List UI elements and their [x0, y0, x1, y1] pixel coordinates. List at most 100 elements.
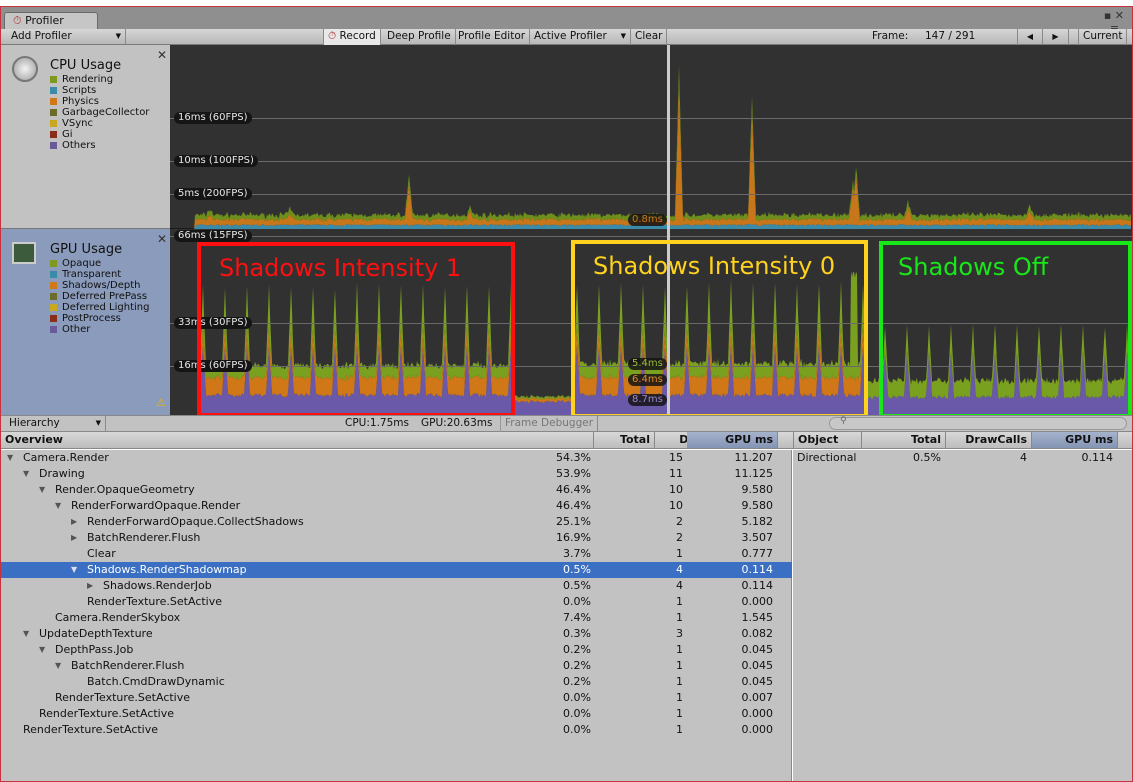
- row-drawcalls: 1: [676, 659, 683, 672]
- expand-arrow-closed-icon[interactable]: ▶: [71, 514, 77, 530]
- gridline: [170, 236, 1132, 237]
- column-object-total[interactable]: Total: [862, 432, 946, 448]
- table-row[interactable]: ▼ BatchRenderer.Flush 0.2% 1 0.045: [1, 658, 792, 674]
- close-icon[interactable]: ✕: [157, 48, 167, 62]
- column-overview[interactable]: Overview: [1, 432, 594, 448]
- row-gpu-ms: 9.580: [741, 483, 774, 496]
- table-row[interactable]: Clear 3.7% 1 0.777: [1, 546, 792, 562]
- row-drawcalls: 1: [676, 611, 683, 624]
- maximize-icon[interactable]: ▪: [1104, 9, 1111, 22]
- expand-arrow-closed-icon[interactable]: ▶: [87, 578, 93, 594]
- clear-button[interactable]: Clear: [631, 29, 668, 45]
- legend-item[interactable]: Physics: [50, 96, 149, 107]
- expand-arrow-open-icon[interactable]: ▼: [55, 658, 61, 674]
- expand-arrow-open-icon[interactable]: ▼: [23, 466, 29, 482]
- table-row[interactable]: ▼ Shadows.RenderShadowmap 0.5% 4 0.114: [1, 562, 792, 578]
- legend-item[interactable]: Gi: [50, 129, 149, 140]
- view-mode-dropdown[interactable]: Hierarchy ▼: [1, 416, 106, 432]
- legend-item[interactable]: GarbageCollector: [50, 107, 149, 118]
- row-name: Camera.RenderSkybox: [55, 611, 181, 624]
- current-frame-button[interactable]: Current: [1078, 29, 1128, 45]
- legend-swatch: [50, 315, 57, 322]
- row-name: Shadows.RenderJob: [103, 579, 212, 592]
- stopwatch-icon: ⏱: [13, 14, 22, 27]
- next-frame-button[interactable]: ▶: [1043, 29, 1069, 45]
- table-row[interactable]: ▼ DepthPass.Job 0.2% 1 0.045: [1, 642, 792, 658]
- frame-debugger-button[interactable]: Frame Debugger: [500, 416, 599, 432]
- table-row[interactable]: ▼ RenderForwardOpaque.Render 46.4% 10 9.5…: [1, 498, 792, 514]
- column-object-drawcalls[interactable]: DrawCalls: [946, 432, 1032, 448]
- expand-arrow-open-icon[interactable]: ▼: [55, 498, 61, 514]
- table-row[interactable]: Camera.RenderSkybox 7.4% 1 1.545: [1, 610, 792, 626]
- object-row[interactable]: Directional 0.5% 4 0.114: [793, 450, 1132, 466]
- cpu-usage-graph[interactable]: 16ms (60FPS) 10ms (100FPS) 5ms (200FPS) …: [170, 45, 1132, 229]
- column-total[interactable]: Total: [594, 432, 655, 448]
- tab-profiler[interactable]: ⏱ Profiler: [4, 12, 98, 29]
- row-total: 0.0%: [563, 707, 591, 720]
- legend-swatch: [50, 142, 57, 149]
- close-icon[interactable]: ✕: [1115, 9, 1124, 22]
- gpu-usage-panel[interactable]: GPU Usage Opaque Transparent Shadows/Depth…: [1, 229, 170, 415]
- row-name: BatchRenderer.Flush: [87, 531, 201, 544]
- row-gpu-ms: 5.182: [741, 515, 774, 528]
- expand-arrow-open-icon[interactable]: ▼: [71, 562, 77, 578]
- expand-arrow-open-icon[interactable]: ▼: [39, 482, 45, 498]
- cpu-axis-label: 5ms (200FPS): [174, 188, 252, 200]
- expand-arrow-open-icon[interactable]: ▼: [39, 642, 45, 658]
- legend-item[interactable]: Rendering: [50, 74, 149, 85]
- legend-swatch: [50, 98, 57, 105]
- record-button[interactable]: ⏱ Record: [323, 29, 381, 45]
- cpu-usage-panel[interactable]: CPU Usage Rendering Scripts Physics Garbage…: [1, 45, 170, 229]
- legend-item[interactable]: Other: [50, 324, 149, 335]
- legend-item[interactable]: Others: [50, 140, 149, 151]
- expand-arrow-open-icon[interactable]: ▼: [23, 626, 29, 642]
- table-header: Overview Total DrawCalls GPU ms Object T…: [1, 432, 1132, 449]
- toolbar: Add Profiler ▼ ⏱ Record Deep Profile Prof…: [1, 29, 1132, 45]
- close-icon[interactable]: ✕: [157, 232, 167, 246]
- legend-item[interactable]: Scripts: [50, 85, 149, 96]
- selected-frame-marker[interactable]: [667, 45, 670, 229]
- table-row[interactable]: ▼ Camera.Render 54.3% 15 11.207: [1, 450, 792, 466]
- legend-item[interactable]: Shadows/Depth: [50, 280, 149, 291]
- legend-item[interactable]: Opaque: [50, 258, 149, 269]
- table-row[interactable]: ▼ UpdateDepthTexture 0.3% 3 0.082: [1, 626, 792, 642]
- row-drawcalls: 15: [669, 451, 683, 464]
- legend-item[interactable]: VSync: [50, 118, 149, 129]
- table-row[interactable]: RenderTexture.SetActive 0.0% 1 0.000: [1, 594, 792, 610]
- table-row[interactable]: RenderTexture.SetActive 0.0% 1 0.007: [1, 690, 792, 706]
- table-row[interactable]: Batch.CmdDrawDynamic 0.2% 1 0.045: [1, 674, 792, 690]
- deep-profile-button[interactable]: Deep Profile: [383, 29, 456, 45]
- expand-arrow-open-icon[interactable]: ▼: [7, 450, 13, 466]
- legend-item[interactable]: Deferred PrePass: [50, 291, 149, 302]
- row-gpu-ms: 0.045: [741, 675, 774, 688]
- row-total: 0.0%: [563, 723, 591, 736]
- legend-item[interactable]: Transparent: [50, 269, 149, 280]
- column-gpu-ms[interactable]: GPU ms: [687, 432, 778, 448]
- profile-editor-button[interactable]: Profile Editor: [454, 29, 531, 45]
- add-profiler-dropdown[interactable]: Add Profiler ▼: [1, 29, 126, 45]
- legend-label: Physics: [62, 96, 99, 107]
- legend-item[interactable]: PostProcess: [50, 313, 149, 324]
- table-row[interactable]: ▶ BatchRenderer.Flush 16.9% 2 3.507: [1, 530, 792, 546]
- table-row[interactable]: RenderTexture.SetActive 0.0% 1 0.000: [1, 722, 792, 738]
- table-row[interactable]: ▶ RenderForwardOpaque.CollectShadows 25.1…: [1, 514, 792, 530]
- legend-item[interactable]: Deferred Lighting: [50, 302, 149, 313]
- active-profiler-dropdown[interactable]: Active Profiler ▼: [530, 29, 631, 45]
- row-drawcalls: 4: [676, 563, 683, 576]
- column-object[interactable]: Object: [793, 432, 862, 448]
- search-input[interactable]: ⚲: [829, 416, 1127, 430]
- table-row[interactable]: ▼ Drawing 53.9% 11 11.125: [1, 466, 792, 482]
- column-object-gpu-ms[interactable]: GPU ms: [1032, 432, 1118, 448]
- table-row[interactable]: RenderTexture.SetActive 0.0% 1 0.000: [1, 706, 792, 722]
- row-name: RenderForwardOpaque.Render: [71, 499, 241, 512]
- row-gpu-ms: 11.207: [734, 451, 774, 464]
- prev-frame-button[interactable]: ◀: [1017, 29, 1043, 45]
- legend-label: GarbageCollector: [62, 107, 150, 118]
- table-row[interactable]: ▼ Render.OpaqueGeometry 46.4% 10 9.580: [1, 482, 792, 498]
- expand-arrow-closed-icon[interactable]: ▶: [71, 530, 77, 546]
- table-row[interactable]: ▶ Shadows.RenderJob 0.5% 4 0.114: [1, 578, 792, 594]
- annotation-shadows-off: Shadows Off: [879, 241, 1132, 418]
- cpu-time: CPU:1.75ms: [345, 417, 409, 429]
- gridline: [170, 118, 1132, 119]
- row-drawcalls: 1: [676, 691, 683, 704]
